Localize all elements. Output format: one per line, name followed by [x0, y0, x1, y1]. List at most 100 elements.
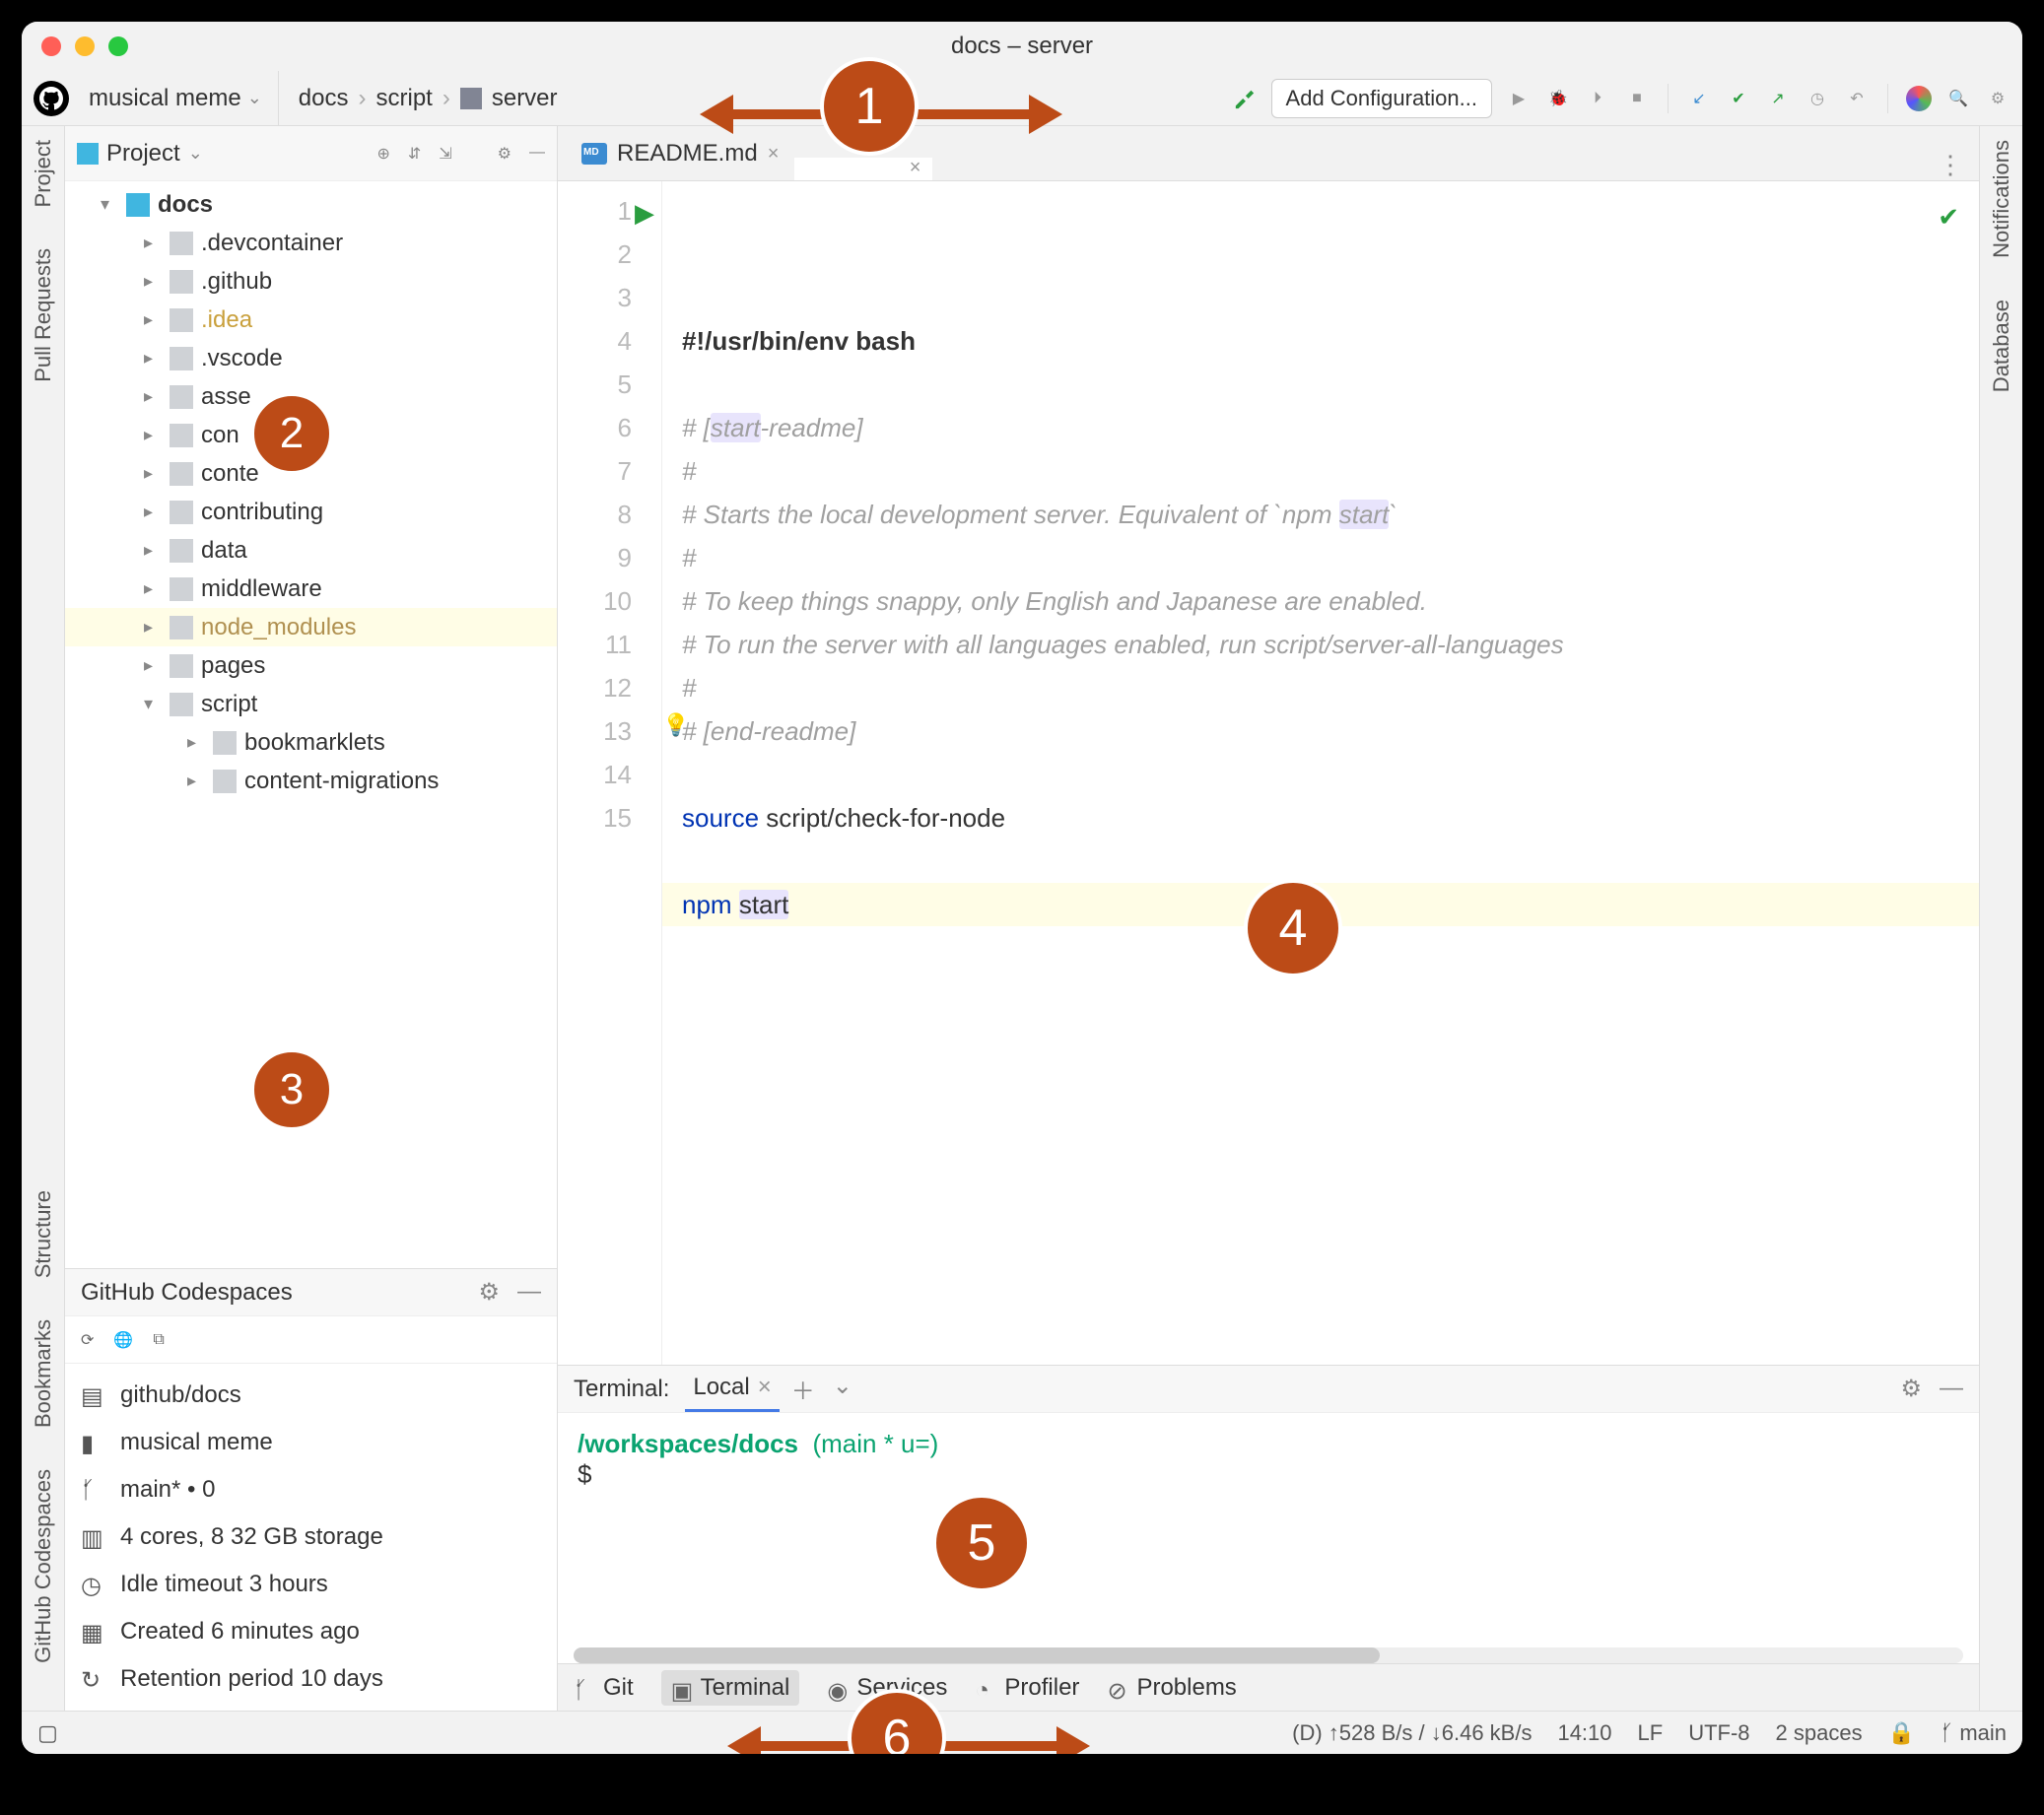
- close-tab-icon[interactable]: ×: [910, 157, 921, 179]
- tree-row-.idea[interactable]: ▸.idea: [65, 301, 557, 339]
- bt-git[interactable]: ᚶGit: [574, 1674, 634, 1702]
- tree-row-contributing[interactable]: ▸contributing: [65, 493, 557, 531]
- clock-icon: ◷: [81, 1572, 106, 1597]
- callout-4: 4: [1244, 879, 1342, 977]
- run-icon[interactable]: ▶: [1506, 86, 1532, 111]
- stop-icon[interactable]: ■: [1624, 86, 1650, 111]
- tab-readme[interactable]: README.md ×: [566, 130, 794, 180]
- close-window[interactable]: [41, 36, 61, 56]
- status-encoding[interactable]: UTF-8: [1688, 1720, 1749, 1746]
- rail-pull-requests[interactable]: Pull Requests: [31, 242, 56, 388]
- code-editor[interactable]: ▶ 123456789101112131415 ✔ #!/usr/bin/env…: [558, 181, 1979, 1365]
- codespaces-title: GitHub Codespaces: [81, 1279, 293, 1307]
- tree-row-data[interactable]: ▸data: [65, 531, 557, 570]
- tree-row-.vscode[interactable]: ▸.vscode: [65, 339, 557, 377]
- tree-row-.github[interactable]: ▸.github: [65, 262, 557, 301]
- terminal-body[interactable]: /workspaces/docs (main * u=) $: [558, 1413, 1979, 1640]
- github-icon[interactable]: [34, 81, 69, 116]
- branch-indicator[interactable]: ᚶ main: [1941, 1720, 2007, 1746]
- tree-row-docs[interactable]: ▾docs: [65, 185, 557, 224]
- commit-icon[interactable]: ✔: [1726, 86, 1751, 111]
- rail-structure[interactable]: Structure: [31, 1184, 56, 1284]
- tree-row-content-migrations[interactable]: ▸content-migrations: [65, 762, 557, 800]
- project-view-icon[interactable]: [77, 143, 99, 165]
- minimize-panel-icon[interactable]: —: [1940, 1375, 1963, 1403]
- quick-panel-icon[interactable]: ▢: [37, 1720, 58, 1746]
- minimize-window[interactable]: [75, 36, 95, 56]
- status-line-ending[interactable]: LF: [1638, 1720, 1664, 1746]
- terminal-panel: Terminal: Local × ＋ ⌄ ⚙ — /workspa: [558, 1365, 1979, 1663]
- hammer-icon[interactable]: [1232, 86, 1258, 111]
- breadcrumb[interactable]: docs› script› server: [287, 85, 558, 112]
- inspection-ok-icon[interactable]: ✔: [1938, 195, 1959, 238]
- chevron-down-icon[interactable]: ⌄: [833, 1372, 852, 1406]
- branch-icon: ᚶ: [81, 1477, 106, 1503]
- lock-icon[interactable]: 🔒: [1888, 1720, 1915, 1746]
- rail-project[interactable]: Project: [31, 134, 56, 213]
- new-terminal-icon[interactable]: ＋: [791, 1372, 815, 1406]
- editor-tabs: README.md × × ⋮: [558, 126, 1979, 181]
- add-configuration-button[interactable]: Add Configuration...: [1271, 79, 1492, 118]
- repo-icon: ▤: [81, 1382, 106, 1408]
- tree-row-.devcontainer[interactable]: ▸.devcontainer: [65, 224, 557, 262]
- horizontal-scrollbar[interactable]: [574, 1647, 1963, 1663]
- minimize-panel-icon[interactable]: —: [529, 144, 545, 164]
- tree-row-bookmarklets[interactable]: ▸bookmarklets: [65, 723, 557, 762]
- refresh-icon[interactable]: ⟳: [81, 1330, 94, 1350]
- tab-server[interactable]: ×: [794, 158, 932, 180]
- terminal-tab-local[interactable]: Local ×: [685, 1366, 779, 1412]
- callout-3: 3: [250, 1048, 333, 1131]
- incoming-icon[interactable]: ↙: [1686, 86, 1712, 111]
- gear-icon[interactable]: ⚙: [478, 1278, 500, 1307]
- rail-database[interactable]: Database: [1989, 294, 2014, 398]
- gear-icon[interactable]: ⚙: [1900, 1375, 1922, 1403]
- tree-row-script[interactable]: ▾script: [65, 685, 557, 723]
- line-gutter: ▶ 123456789101112131415: [558, 181, 662, 1365]
- callout-5: 5: [932, 1494, 1031, 1592]
- codespace-history: ↻Retention period 10 days: [65, 1655, 557, 1703]
- tree-row-pages[interactable]: ▸pages: [65, 646, 557, 685]
- tree-row-node_modules[interactable]: ▸node_modules: [65, 608, 557, 646]
- code-content[interactable]: ✔ #!/usr/bin/env bash # [start-readme]##…: [662, 181, 1979, 1365]
- settings-icon[interactable]: ⚙: [1985, 86, 2010, 111]
- bt-terminal[interactable]: ▣Terminal: [661, 1670, 800, 1706]
- close-tab-icon[interactable]: ×: [758, 1374, 772, 1401]
- rail-codespaces[interactable]: GitHub Codespaces: [31, 1463, 56, 1669]
- rail-bookmarks[interactable]: Bookmarks: [31, 1313, 56, 1434]
- copy-icon[interactable]: ⧉: [153, 1331, 164, 1349]
- left-tool-rail: Project Pull Requests Structure Bookmark…: [22, 126, 65, 1711]
- status-indent[interactable]: 2 spaces: [1776, 1720, 1863, 1746]
- run-gutter-icon[interactable]: ▶: [635, 191, 654, 235]
- status-caret-position[interactable]: 14:10: [1557, 1720, 1611, 1746]
- codespace-repo: ▤github/docs: [65, 1372, 557, 1419]
- bt-problems[interactable]: ⊘Problems: [1107, 1674, 1236, 1702]
- collapse-icon[interactable]: ⇲: [439, 144, 451, 164]
- project-panel-title[interactable]: Project: [106, 140, 180, 168]
- rail-notifications[interactable]: Notifications: [1989, 134, 2014, 264]
- window-controls[interactable]: [41, 36, 128, 56]
- maximize-window[interactable]: [108, 36, 128, 56]
- globe-icon[interactable]: 🌐: [113, 1330, 133, 1350]
- locate-icon[interactable]: ⊕: [376, 144, 389, 164]
- shell-file-icon: [460, 88, 482, 109]
- tree-row-middleware[interactable]: ▸middleware: [65, 570, 557, 608]
- calendar-icon: ▦: [81, 1619, 106, 1645]
- codespace-calendar: ▦Created 6 minutes ago: [65, 1608, 557, 1655]
- coverage-icon[interactable]: ⏵: [1585, 86, 1610, 111]
- debug-icon[interactable]: 🐞: [1545, 86, 1571, 111]
- cwm-icon[interactable]: [1906, 86, 1932, 111]
- search-icon[interactable]: 🔍: [1945, 86, 1971, 111]
- chevron-down-icon[interactable]: ⌄: [188, 143, 203, 164]
- expand-icon[interactable]: ⇵: [408, 144, 421, 164]
- status-network[interactable]: (D) ↑528 B/s / ↓6.46 kB/s: [1292, 1720, 1532, 1746]
- tabs-more-icon[interactable]: ⋮: [1938, 150, 1963, 180]
- undo-icon[interactable]: ↶: [1844, 86, 1870, 111]
- history-icon[interactable]: ◷: [1805, 86, 1830, 111]
- project-selector[interactable]: musical meme ⌄: [85, 71, 279, 125]
- close-tab-icon[interactable]: ×: [768, 143, 780, 166]
- bt-profiler[interactable]: ◔Profiler: [975, 1674, 1079, 1702]
- push-icon[interactable]: ↗: [1765, 86, 1791, 111]
- gear-icon[interactable]: ⚙: [498, 144, 511, 164]
- minimize-panel-icon[interactable]: —: [517, 1278, 541, 1307]
- project-panel-header: Project ⌄ ⊕ ⇵ ⇲ ⚙ —: [65, 126, 557, 181]
